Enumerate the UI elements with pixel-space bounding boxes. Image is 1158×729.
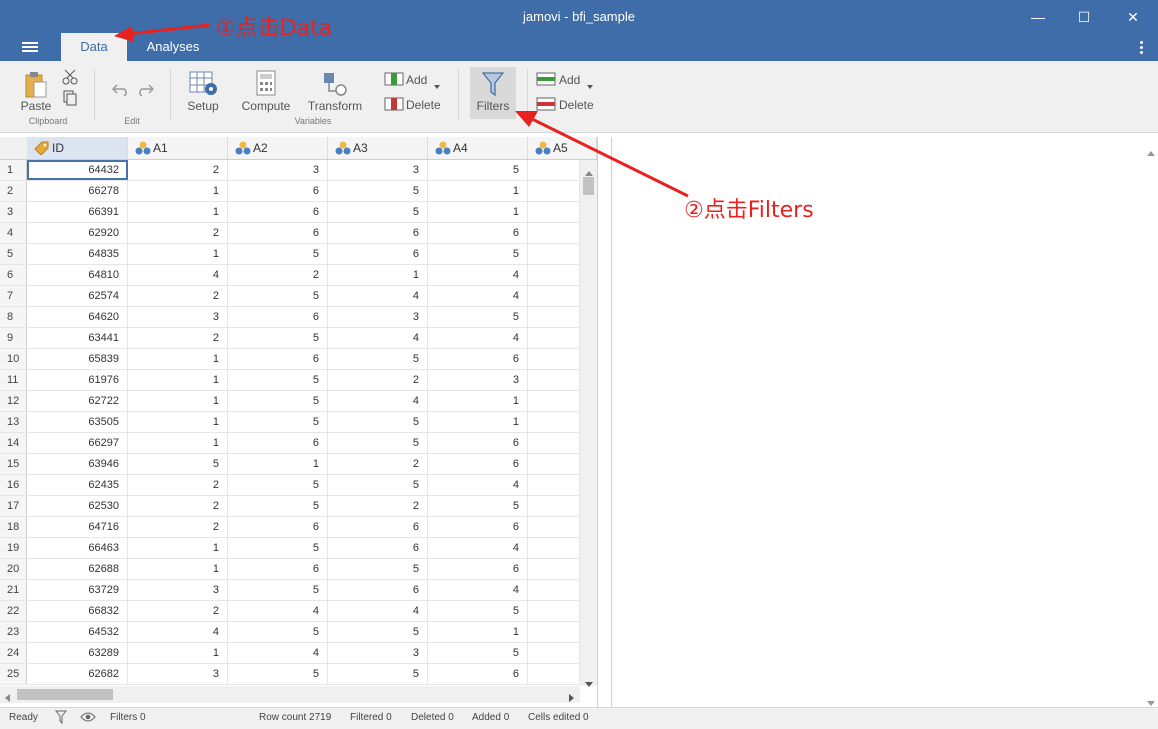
annotation-step-2: ②点击Filters bbox=[684, 198, 814, 223]
annotation-step-1: ①点击Data bbox=[216, 16, 333, 41]
annotation-arrows bbox=[114, 23, 689, 198]
